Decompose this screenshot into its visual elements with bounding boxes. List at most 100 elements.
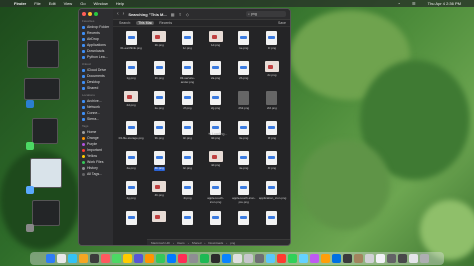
dock-app-icon[interactable] xyxy=(243,254,253,263)
dock-app-icon[interactable] xyxy=(419,254,429,263)
dock-app-icon[interactable] xyxy=(331,254,341,263)
file-item[interactable]: 3c.png xyxy=(173,121,201,148)
stage-window-thumbnail[interactable] xyxy=(30,158,62,188)
zoom-button[interactable] xyxy=(94,12,98,16)
file-item[interactable]: apple-touch-icon.png xyxy=(201,181,229,208)
forward-button[interactable]: › xyxy=(123,11,125,17)
wifi-icon[interactable]: ◔ xyxy=(398,1,400,6)
file-item[interactable] xyxy=(117,211,145,238)
dock-app-icon[interactable] xyxy=(67,254,77,263)
file-item[interactable]: 4e.png xyxy=(230,151,258,178)
stage-window-thumbnail[interactable] xyxy=(24,78,60,100)
path-segment[interactable]: Macintosh HD xyxy=(151,241,170,245)
save-search-button[interactable]: Save xyxy=(278,21,286,25)
dock-app-icon[interactable] xyxy=(89,254,99,263)
file-item[interactable]: 3b.png xyxy=(145,121,173,148)
scope-recents[interactable]: Recents xyxy=(157,21,174,25)
dock-app-icon[interactable] xyxy=(166,254,176,263)
dock-app-icon[interactable] xyxy=(111,254,121,263)
menu-window[interactable]: Window xyxy=(94,1,108,6)
file-item[interactable]: 2e.png xyxy=(145,91,173,118)
path-segment[interactable]: png xyxy=(230,241,235,245)
path-segment[interactable]: Users xyxy=(177,241,185,245)
file-item[interactable]: 2a.png xyxy=(201,61,229,88)
path-segment[interactable]: Shared xyxy=(192,241,202,245)
dock-app-icon[interactable] xyxy=(45,254,55,263)
sidebar-icloud-item[interactable]: Shared xyxy=(79,85,113,91)
file-item[interactable]: 2i2.png xyxy=(258,91,286,118)
file-item[interactable]: apple-touch-icon-pre.png xyxy=(230,181,258,208)
tag-icon[interactable]: ◇ xyxy=(186,12,189,17)
menu-file[interactable]: File xyxy=(34,1,40,6)
file-item[interactable]: 4b.png xyxy=(145,151,173,178)
finder-icon[interactable] xyxy=(26,186,34,194)
close-button[interactable] xyxy=(82,12,86,16)
sidebar-location-item[interactable]: Sierra... xyxy=(79,116,113,122)
dock-app-icon[interactable] xyxy=(276,254,286,263)
dock-app-icon[interactable] xyxy=(144,254,154,263)
dock-app-icon[interactable] xyxy=(78,254,88,263)
file-item[interactable]: 03-service-ander.png xyxy=(173,61,201,88)
stage-window-thumbnail[interactable] xyxy=(32,200,60,226)
dock-app-icon[interactable] xyxy=(210,254,220,263)
messages-icon[interactable] xyxy=(26,142,34,150)
dock-app-icon[interactable] xyxy=(353,254,363,263)
file-item[interactable]: 2f.png xyxy=(173,91,201,118)
dock-app-icon[interactable] xyxy=(265,254,275,263)
sidebar-tag-item[interactable]: All Tags... xyxy=(79,171,113,177)
file-item[interactable]: 4f.png xyxy=(258,151,286,178)
menu-edit[interactable]: Edit xyxy=(49,1,56,6)
file-item[interactable]: 2d.png xyxy=(117,91,145,118)
menubar-clock[interactable]: Thu Apr 4 2:36 PM xyxy=(428,1,461,6)
vscode-icon[interactable] xyxy=(26,100,34,108)
menu-finder[interactable]: Finder xyxy=(14,1,26,6)
share-icon[interactable]: ⇪ xyxy=(178,12,181,17)
file-item[interactable]: 3f.png xyxy=(258,121,286,148)
dock-app-icon[interactable] xyxy=(155,254,165,263)
back-button[interactable]: ‹ xyxy=(117,11,119,17)
file-item[interactable]: 2h2.png xyxy=(230,91,258,118)
stage-window-thumbnail[interactable] xyxy=(27,40,59,68)
file-item[interactable]: 4i.png xyxy=(173,181,201,208)
file-item[interactable]: 4c.png xyxy=(173,151,201,178)
scope-this-mac[interactable]: This Mac xyxy=(136,21,155,25)
menu-help[interactable]: Help xyxy=(116,1,124,6)
file-item[interactable]: 1f.png xyxy=(258,31,286,58)
dock-app-icon[interactable] xyxy=(122,254,132,263)
view-options-icon[interactable]: ▦ xyxy=(171,12,175,17)
dock-app-icon[interactable] xyxy=(397,254,407,263)
dock-app-icon[interactable] xyxy=(342,254,352,263)
file-item[interactable]: 1d.png xyxy=(201,31,229,58)
file-item[interactable]: 3e.png xyxy=(230,121,258,148)
dock-app-icon[interactable] xyxy=(199,254,209,263)
file-item[interactable]: 2c.png xyxy=(258,61,286,88)
file-item[interactable] xyxy=(173,211,201,238)
file-item[interactable]: 01-earthlink.png xyxy=(117,31,145,58)
file-item[interactable]: 4a.png xyxy=(117,151,145,178)
file-item[interactable]: 4g.png xyxy=(117,181,145,208)
dock-app-icon[interactable] xyxy=(309,254,319,263)
file-item[interactable]: 4d.png xyxy=(201,151,229,178)
file-item[interactable]: 1b.png xyxy=(145,31,173,58)
dock-app-icon[interactable] xyxy=(188,254,198,263)
dock-app-icon[interactable] xyxy=(133,254,143,263)
file-item[interactable] xyxy=(230,211,258,238)
minimize-button[interactable] xyxy=(88,12,92,16)
file-item[interactable]: 1h.png xyxy=(145,61,173,88)
dock-app-icon[interactable] xyxy=(232,254,242,263)
dock-app-icon[interactable] xyxy=(100,254,110,263)
dock-app-icon[interactable] xyxy=(287,254,297,263)
file-item[interactable] xyxy=(258,211,286,238)
dock-app-icon[interactable] xyxy=(177,254,187,263)
sidebar-favorite-item[interactable]: Python Lea... xyxy=(79,54,113,60)
file-item[interactable]: 1g.png xyxy=(117,61,145,88)
file-item[interactable]: 4h.png xyxy=(145,181,173,208)
dock-app-icon[interactable] xyxy=(375,254,385,263)
file-item[interactable]: 2b.png xyxy=(230,61,258,88)
control-center-icon[interactable]: ☰ xyxy=(412,1,416,6)
search-field[interactable]: ⌕ png xyxy=(246,11,286,17)
dock-app-icon[interactable] xyxy=(386,254,396,263)
path-segment[interactable]: Downloads xyxy=(208,241,223,245)
dock-app-icon[interactable] xyxy=(408,254,418,263)
dock-app-icon[interactable] xyxy=(298,254,308,263)
